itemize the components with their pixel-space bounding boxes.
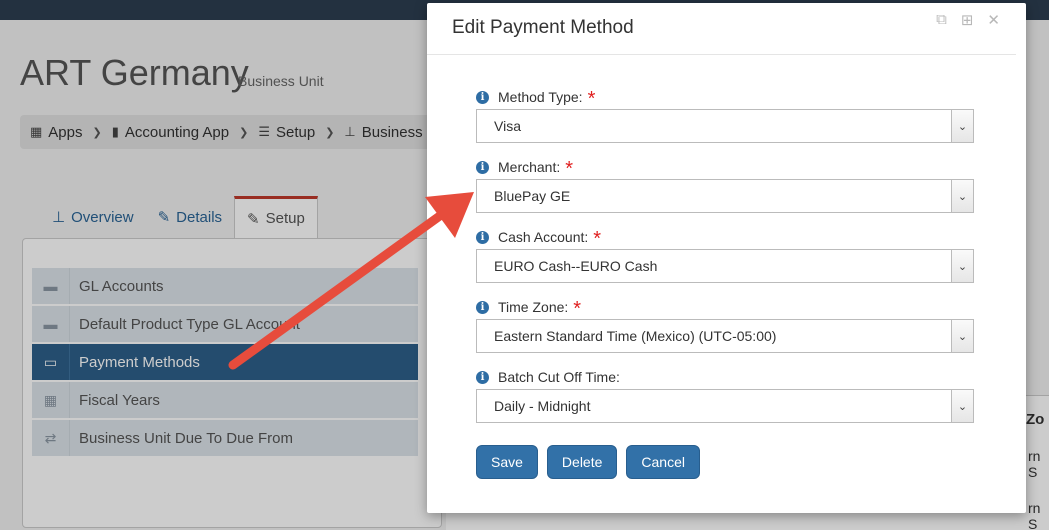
select-value: EURO Cash--EURO Cash (494, 258, 658, 274)
info-icon[interactable]: i (476, 230, 489, 244)
required-asterisk-icon: * (587, 88, 596, 110)
select-value: BluePay GE (494, 188, 571, 204)
field-label-text: Batch Cut Off Time: (498, 369, 620, 385)
field-time-zone: i Time Zone: * Eastern Standard Time (Me… (476, 297, 974, 367)
info-icon[interactable]: i (476, 90, 489, 104)
field-label-text: Method Type: (498, 89, 583, 105)
chevron-down-icon[interactable]: ⌄ (951, 320, 973, 352)
method-type-select[interactable]: Visa ⌄ (476, 109, 974, 143)
field-label: i Method Type: * (476, 87, 974, 110)
required-asterisk-icon: * (593, 228, 602, 250)
modal-title: Edit Payment Method (452, 17, 634, 38)
batch-cut-off-time-select[interactable]: Daily - Midnight ⌄ (476, 389, 974, 423)
field-label: i Batch Cut Off Time: (476, 367, 974, 387)
chevron-down-icon[interactable]: ⌄ (951, 180, 973, 212)
chevron-down-icon[interactable]: ⌄ (951, 110, 973, 142)
time-zone-select[interactable]: Eastern Standard Time (Mexico) (UTC-05:0… (476, 319, 974, 353)
cancel-button[interactable]: Cancel (626, 445, 700, 479)
required-asterisk-icon: * (565, 158, 574, 180)
close-icon[interactable]: ✕ (987, 11, 1000, 29)
field-label-text: Merchant: (498, 159, 561, 175)
field-merchant: i Merchant: * BluePay GE ⌄ (476, 157, 974, 227)
modal-header-icons: ⧉ ⊞ ✕ (936, 11, 1000, 29)
modal-header: Edit Payment Method ⧉ ⊞ ✕ (427, 3, 1016, 55)
delete-button[interactable]: Delete (546, 445, 618, 479)
required-asterisk-icon: * (573, 298, 582, 320)
maximize-icon[interactable]: ⊞ (961, 11, 974, 29)
select-value: Daily - Midnight (494, 398, 591, 414)
modal-actions: Save Delete Cancel (476, 445, 700, 479)
field-cash-account: i Cash Account: * EURO Cash--EURO Cash ⌄ (476, 227, 974, 297)
field-label-text: Cash Account: (498, 229, 589, 245)
info-icon[interactable]: i (476, 160, 489, 174)
field-batch-cut-off-time: i Batch Cut Off Time: Daily - Midnight ⌄ (476, 367, 974, 437)
info-icon[interactable]: i (476, 370, 489, 384)
info-icon[interactable]: i (476, 300, 489, 314)
field-label: i Cash Account: * (476, 227, 974, 250)
chevron-down-icon[interactable]: ⌄ (951, 250, 973, 282)
field-label: i Merchant: * (476, 157, 974, 180)
edit-payment-method-dialog: Edit Payment Method ⧉ ⊞ ✕ i Method Type:… (427, 3, 1026, 513)
field-method-type: i Method Type: * Visa ⌄ (476, 87, 974, 157)
save-button[interactable]: Save (476, 445, 538, 479)
field-label-text: Time Zone: (498, 299, 569, 315)
chevron-down-icon[interactable]: ⌄ (951, 390, 973, 422)
external-edit-icon[interactable]: ⧉ (936, 11, 947, 29)
field-label: i Time Zone: * (476, 297, 974, 320)
select-value: Visa (494, 118, 521, 134)
cash-account-select[interactable]: EURO Cash--EURO Cash ⌄ (476, 249, 974, 283)
payment-method-form: i Method Type: * Visa ⌄ i Merchant: * Bl… (476, 87, 974, 437)
select-value: Eastern Standard Time (Mexico) (UTC-05:0… (494, 328, 777, 344)
merchant-select[interactable]: BluePay GE ⌄ (476, 179, 974, 213)
